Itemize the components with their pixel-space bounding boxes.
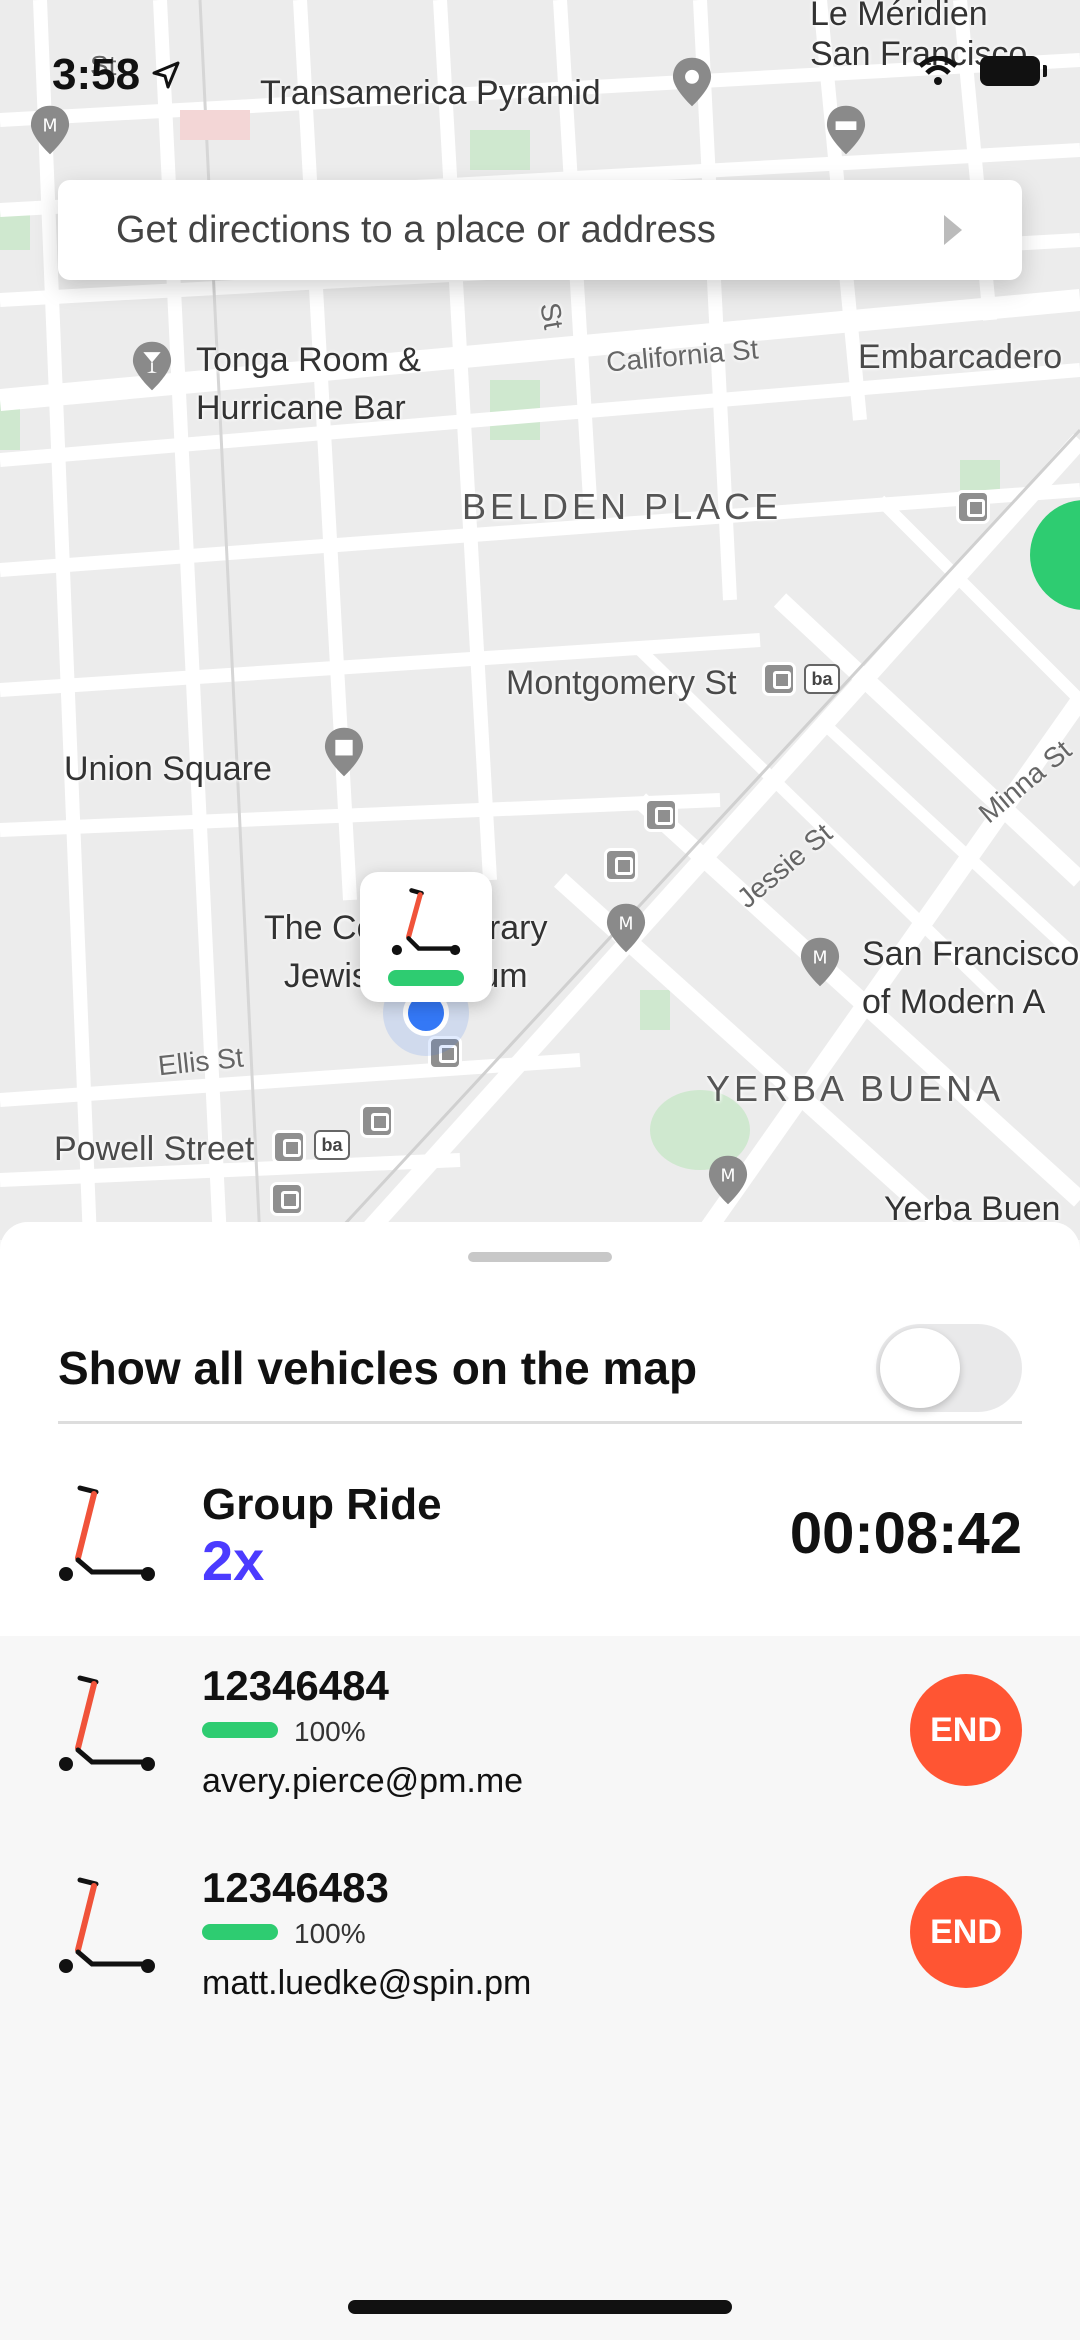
battery-bar <box>202 1924 278 1940</box>
rider-row: 12346483 100% matt.luedke@spin.pm END <box>58 1864 1022 2034</box>
show-all-vehicles-toggle[interactable] <box>876 1323 1022 1412</box>
transit-stop-icon[interactable] <box>270 1182 304 1216</box>
map-label-tonga-room: Tonga Room & Hurricane Bar <box>196 341 421 427</box>
museum-pin-icon[interactable]: M <box>24 104 76 156</box>
end-ride-button[interactable]: END <box>910 1674 1022 1786</box>
marker-battery-bar <box>388 970 464 986</box>
sheet-header: Show all vehicles on the map Group Ride … <box>0 1222 1080 1636</box>
transit-stop-icon[interactable] <box>762 662 796 696</box>
transit-stop-icon[interactable] <box>428 1036 462 1070</box>
map-label-yerba-buena: YERBA BUENA <box>706 1068 1005 1109</box>
map-label-powell-street: Powell Street <box>54 1130 255 1168</box>
home-indicator[interactable] <box>348 2300 732 2314</box>
svg-text:M: M <box>43 117 58 137</box>
status-time: 3:58 <box>52 50 182 100</box>
vehicle-id: 12346483 <box>202 1864 389 1911</box>
bart-icon: ba <box>804 664 840 694</box>
transit-stop-icon[interactable] <box>272 1130 306 1164</box>
directions-search-bar[interactable]: Get directions to a place or address <box>58 180 1022 280</box>
wifi-icon <box>918 56 958 85</box>
end-ride-button[interactable]: END <box>910 1876 1022 1988</box>
rider-email: matt.luedke@spin.pm <box>202 1964 532 2002</box>
svg-text:M: M <box>619 915 634 935</box>
chevron-right-icon <box>944 215 962 245</box>
scooter-icon <box>59 1675 155 1771</box>
location-arrow-icon <box>152 61 180 89</box>
status-indicators <box>918 56 1047 86</box>
bottom-sheet[interactable]: Show all vehicles on the map Group Ride … <box>0 1222 1080 2340</box>
map-label-transamerica: Transamerica Pyramid <box>260 74 601 112</box>
map-label-sfmoma: San Francisco of Modern A <box>862 935 1080 1021</box>
toggle-knob <box>880 1327 960 1408</box>
museum-pin-icon[interactable]: M <box>794 936 846 988</box>
museum-pin-icon[interactable]: M <box>702 1154 754 1206</box>
sheet-grabber[interactable] <box>468 1252 612 1262</box>
transit-stop-icon[interactable] <box>644 798 678 832</box>
scooter-icon <box>391 888 461 956</box>
show-all-vehicles-row: Show all vehicles on the map <box>58 1314 1022 1424</box>
selected-vehicle-marker[interactable] <box>360 872 492 1002</box>
camera-pin-icon[interactable] <box>666 56 718 108</box>
battery-percent: 100% <box>294 1716 366 1747</box>
battery-percent: 100% <box>294 1918 366 1949</box>
bar-pin-icon[interactable] <box>126 340 178 392</box>
group-ride-summary: Group Ride 2x 00:08:42 <box>58 1472 1022 1602</box>
battery-icon <box>980 56 1047 86</box>
vehicle-id: 12346484 <box>202 1662 389 1709</box>
rider-row: 12346484 100% avery.pierce@pm.me END <box>58 1662 1022 1832</box>
bart-icon: ba <box>314 1130 350 1160</box>
transit-stop-icon[interactable] <box>956 490 990 524</box>
transit-stop-icon[interactable] <box>604 848 638 882</box>
battery-bar <box>202 1722 278 1738</box>
show-all-vehicles-label: Show all vehicles on the map <box>58 1341 698 1394</box>
rider-email: avery.pierce@pm.me <box>202 1762 524 1800</box>
clock-text: 3:58 <box>52 50 141 99</box>
group-ride-title: Group Ride <box>202 1480 442 1529</box>
map-label-belden-place: BELDEN PLACE <box>462 486 783 527</box>
scooter-icon <box>59 1877 155 1973</box>
map-label-st-vertical: St <box>534 300 570 332</box>
hotel-pin-icon[interactable] <box>820 104 872 156</box>
map-label-union-square: Union Square <box>64 750 272 788</box>
map-label-montgomery-st: Montgomery St <box>506 664 737 702</box>
svg-text:M: M <box>813 949 828 969</box>
landmark-pin-icon[interactable] <box>318 726 370 778</box>
map-label-embarcadero: Embarcadero <box>858 338 1063 376</box>
museum-pin-icon[interactable]: M <box>600 902 652 954</box>
search-placeholder: Get directions to a place or address <box>116 208 716 251</box>
group-ride-multiplier: 2x <box>202 1529 265 1592</box>
svg-text:M: M <box>721 1167 736 1187</box>
scooter-icon <box>59 1485 155 1581</box>
ride-timer: 00:08:42 <box>789 1501 1022 1566</box>
transit-stop-icon[interactable] <box>360 1104 394 1138</box>
